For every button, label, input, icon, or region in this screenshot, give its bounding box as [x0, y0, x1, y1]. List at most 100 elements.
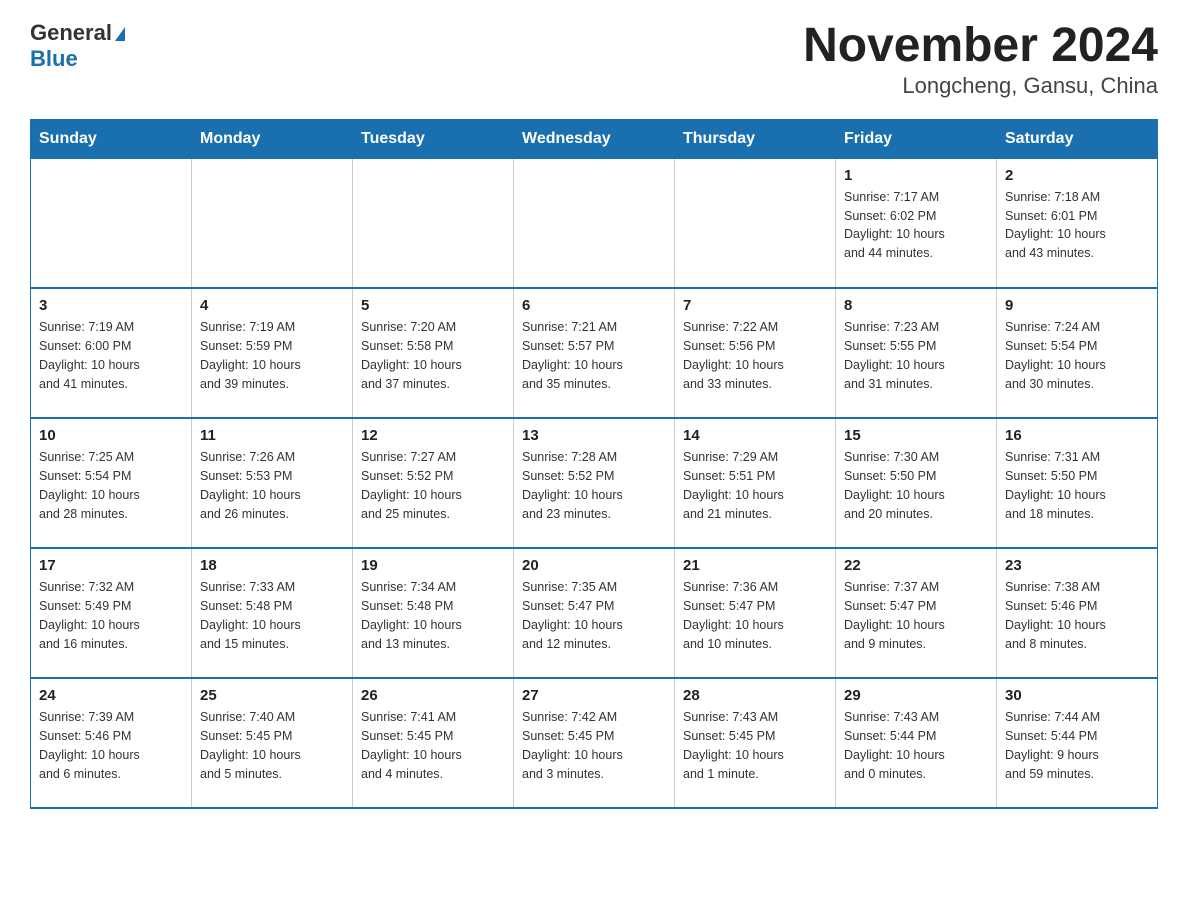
day-info: Sunrise: 7:26 AMSunset: 5:53 PMDaylight:… — [200, 448, 344, 523]
calendar-cell: 16 Sunrise: 7:31 AMSunset: 5:50 PMDayligh… — [997, 418, 1158, 548]
day-info: Sunrise: 7:33 AMSunset: 5:48 PMDaylight:… — [200, 578, 344, 653]
calendar-table: SundayMondayTuesdayWednesdayThursdayFrid… — [30, 119, 1158, 810]
day-of-week-sunday: Sunday — [31, 119, 192, 158]
calendar-cell: 24Sunrise: 7:39 AMSunset: 5:46 PMDayligh… — [31, 678, 192, 808]
week-row-1: 1 Sunrise: 7:17 AMSunset: 6:02 PMDaylight… — [31, 158, 1158, 288]
calendar-cell: 4 Sunrise: 7:19 AMSunset: 5:59 PMDaylight… — [192, 288, 353, 418]
calendar-cell: 13 Sunrise: 7:28 AMSunset: 5:52 PMDayligh… — [514, 418, 675, 548]
day-info: Sunrise: 7:22 AMSunset: 5:56 PMDaylight:… — [683, 318, 827, 393]
calendar-cell: 17 Sunrise: 7:32 AMSunset: 5:49 PMDayligh… — [31, 548, 192, 678]
calendar-month-year: November 2024 — [803, 20, 1158, 73]
day-info: Sunrise: 7:17 AMSunset: 6:02 PMDaylight:… — [844, 188, 988, 263]
day-info: Sunrise: 7:27 AMSunset: 5:52 PMDaylight:… — [361, 448, 505, 523]
calendar-cell — [675, 158, 836, 288]
week-row-5: 24Sunrise: 7:39 AMSunset: 5:46 PMDayligh… — [31, 678, 1158, 808]
days-of-week-row: SundayMondayTuesdayWednesdayThursdayFrid… — [31, 119, 1158, 158]
day-number: 18 — [200, 557, 344, 574]
day-info: Sunrise: 7:21 AMSunset: 5:57 PMDaylight:… — [522, 318, 666, 393]
day-info: Sunrise: 7:25 AMSunset: 5:54 PMDaylight:… — [39, 448, 183, 523]
calendar-cell: 14 Sunrise: 7:29 AMSunset: 5:51 PMDayligh… — [675, 418, 836, 548]
day-info: Sunrise: 7:36 AMSunset: 5:47 PMDaylight:… — [683, 578, 827, 653]
calendar-cell: 22Sunrise: 7:37 AMSunset: 5:47 PMDayligh… — [836, 548, 997, 678]
day-number: 9 — [1005, 297, 1149, 314]
day-number: 20 — [522, 557, 666, 574]
day-number: 22 — [844, 557, 988, 574]
calendar-cell: 23 Sunrise: 7:38 AMSunset: 5:46 PMDayligh… — [997, 548, 1158, 678]
day-info: Sunrise: 7:32 AMSunset: 5:49 PMDaylight:… — [39, 578, 183, 653]
week-row-2: 3 Sunrise: 7:19 AMSunset: 6:00 PMDaylight… — [31, 288, 1158, 418]
logo-general-row: General — [30, 20, 125, 46]
calendar-cell — [514, 158, 675, 288]
day-info: Sunrise: 7:34 AMSunset: 5:48 PMDaylight:… — [361, 578, 505, 653]
calendar-cell — [192, 158, 353, 288]
day-info: Sunrise: 7:20 AMSunset: 5:58 PMDaylight:… — [361, 318, 505, 393]
calendar-location: Longcheng, Gansu, China — [803, 73, 1158, 99]
day-number: 26 — [361, 687, 505, 704]
logo-triangle-icon — [115, 27, 125, 41]
week-row-4: 17 Sunrise: 7:32 AMSunset: 5:49 PMDayligh… — [31, 548, 1158, 678]
calendar-title-block: November 2024 Longcheng, Gansu, China — [803, 20, 1158, 99]
day-info: Sunrise: 7:23 AMSunset: 5:55 PMDaylight:… — [844, 318, 988, 393]
day-info: Sunrise: 7:42 AMSunset: 5:45 PMDaylight:… — [522, 708, 666, 783]
calendar-cell: 18 Sunrise: 7:33 AMSunset: 5:48 PMDayligh… — [192, 548, 353, 678]
day-of-week-tuesday: Tuesday — [353, 119, 514, 158]
calendar-cell: 29Sunrise: 7:43 AMSunset: 5:44 PMDayligh… — [836, 678, 997, 808]
day-info: Sunrise: 7:28 AMSunset: 5:52 PMDaylight:… — [522, 448, 666, 523]
calendar-cell — [31, 158, 192, 288]
logo-blue-text: Blue — [30, 46, 78, 71]
day-number: 30 — [1005, 687, 1149, 704]
day-number: 4 — [200, 297, 344, 314]
calendar-cell: 11Sunrise: 7:26 AMSunset: 5:53 PMDayligh… — [192, 418, 353, 548]
day-number: 24 — [39, 687, 183, 704]
day-info: Sunrise: 7:18 AMSunset: 6:01 PMDaylight:… — [1005, 188, 1149, 263]
calendar-cell: 3 Sunrise: 7:19 AMSunset: 6:00 PMDaylight… — [31, 288, 192, 418]
day-info: Sunrise: 7:43 AMSunset: 5:44 PMDaylight:… — [844, 708, 988, 783]
day-of-week-friday: Friday — [836, 119, 997, 158]
page-header: General Blue November 2024 Longcheng, Ga… — [30, 20, 1158, 99]
day-of-week-wednesday: Wednesday — [514, 119, 675, 158]
logo: General Blue — [30, 20, 125, 73]
day-info: Sunrise: 7:38 AMSunset: 5:46 PMDaylight:… — [1005, 578, 1149, 653]
day-info: Sunrise: 7:19 AMSunset: 6:00 PMDaylight:… — [39, 318, 183, 393]
day-number: 5 — [361, 297, 505, 314]
day-number: 10 — [39, 427, 183, 444]
day-number: 8 — [844, 297, 988, 314]
calendar-body: 1 Sunrise: 7:17 AMSunset: 6:02 PMDaylight… — [31, 158, 1158, 808]
day-info: Sunrise: 7:35 AMSunset: 5:47 PMDaylight:… — [522, 578, 666, 653]
day-of-week-saturday: Saturday — [997, 119, 1158, 158]
day-info: Sunrise: 7:41 AMSunset: 5:45 PMDaylight:… — [361, 708, 505, 783]
day-number: 15 — [844, 427, 988, 444]
day-number: 21 — [683, 557, 827, 574]
day-number: 14 — [683, 427, 827, 444]
logo-blue-row: Blue — [30, 46, 125, 72]
day-number: 28 — [683, 687, 827, 704]
day-number: 19 — [361, 557, 505, 574]
calendar-cell: 26 Sunrise: 7:41 AMSunset: 5:45 PMDayligh… — [353, 678, 514, 808]
day-number: 16 — [1005, 427, 1149, 444]
calendar-cell: 8 Sunrise: 7:23 AMSunset: 5:55 PMDaylight… — [836, 288, 997, 418]
day-info: Sunrise: 7:31 AMSunset: 5:50 PMDaylight:… — [1005, 448, 1149, 523]
week-row-3: 10 Sunrise: 7:25 AMSunset: 5:54 PMDayligh… — [31, 418, 1158, 548]
calendar-cell: 12Sunrise: 7:27 AMSunset: 5:52 PMDayligh… — [353, 418, 514, 548]
calendar-cell: 21 Sunrise: 7:36 AMSunset: 5:47 PMDayligh… — [675, 548, 836, 678]
day-info: Sunrise: 7:19 AMSunset: 5:59 PMDaylight:… — [200, 318, 344, 393]
day-info: Sunrise: 7:24 AMSunset: 5:54 PMDaylight:… — [1005, 318, 1149, 393]
day-number: 13 — [522, 427, 666, 444]
day-number: 17 — [39, 557, 183, 574]
calendar-cell: 9 Sunrise: 7:24 AMSunset: 5:54 PMDaylight… — [997, 288, 1158, 418]
calendar-cell: 2 Sunrise: 7:18 AMSunset: 6:01 PMDaylight… — [997, 158, 1158, 288]
calendar-cell: 20 Sunrise: 7:35 AMSunset: 5:47 PMDayligh… — [514, 548, 675, 678]
day-number: 23 — [1005, 557, 1149, 574]
day-number: 3 — [39, 297, 183, 314]
calendar-cell: 1 Sunrise: 7:17 AMSunset: 6:02 PMDaylight… — [836, 158, 997, 288]
day-number: 25 — [200, 687, 344, 704]
day-of-week-monday: Monday — [192, 119, 353, 158]
day-number: 27 — [522, 687, 666, 704]
calendar-cell: 28Sunrise: 7:43 AMSunset: 5:45 PMDayligh… — [675, 678, 836, 808]
day-number: 2 — [1005, 167, 1149, 184]
day-number: 1 — [844, 167, 988, 184]
day-of-week-thursday: Thursday — [675, 119, 836, 158]
day-info: Sunrise: 7:29 AMSunset: 5:51 PMDaylight:… — [683, 448, 827, 523]
calendar-cell: 19 Sunrise: 7:34 AMSunset: 5:48 PMDayligh… — [353, 548, 514, 678]
calendar-cell: 10 Sunrise: 7:25 AMSunset: 5:54 PMDayligh… — [31, 418, 192, 548]
